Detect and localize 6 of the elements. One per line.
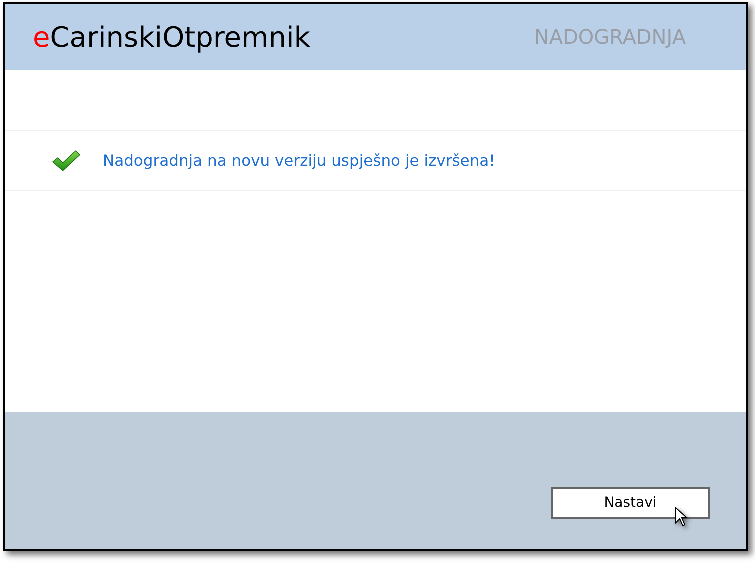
status-message: Nadogradnja na novu verziju uspješno je izvršena! [103,152,496,170]
cursor-icon [675,507,689,527]
checkmark-icon [51,148,81,172]
continue-button[interactable]: Nastavi [551,487,710,519]
app-title: eCarinskiOtpremnik [33,20,310,54]
section-title: NADOGRADNJA [534,25,686,49]
